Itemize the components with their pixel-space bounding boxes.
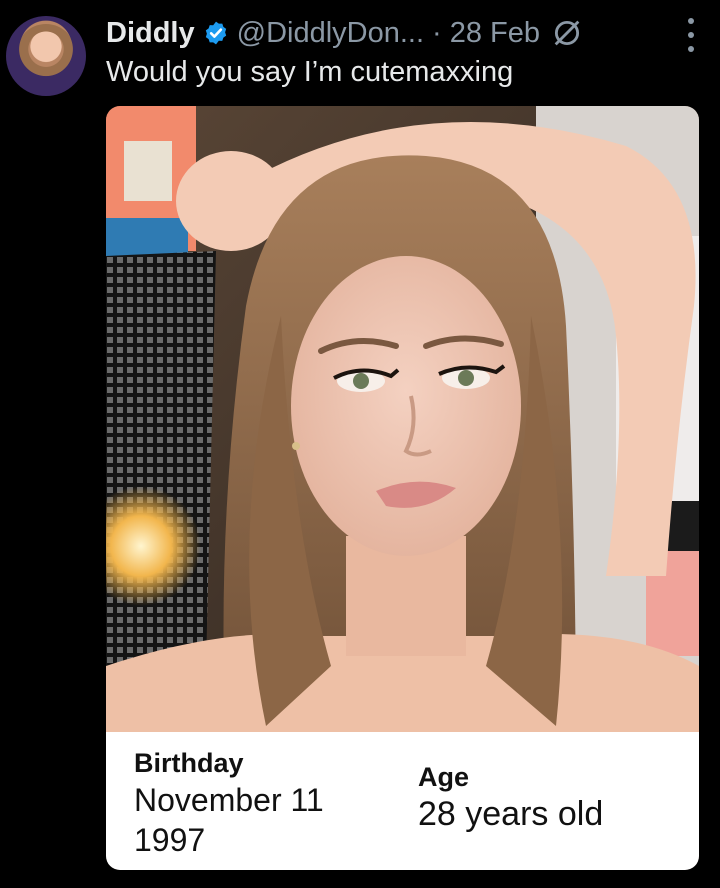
birthday-label: Birthday bbox=[134, 748, 244, 778]
info-card: Birthday November 11 1997 Age 28 years o… bbox=[106, 732, 699, 870]
post-header: Diddly @DiddlyDon... · 28 Feb bbox=[106, 16, 702, 50]
post-text: Would you say I’m cutemaxxing bbox=[106, 56, 514, 88]
display-name[interactable]: Diddly bbox=[106, 17, 195, 50]
post-media[interactable]: Birthday November 11 1997 Age 28 years o… bbox=[106, 106, 699, 870]
grok-icon[interactable] bbox=[550, 16, 584, 50]
avatar-portrait bbox=[16, 24, 76, 84]
selfie-photo bbox=[106, 106, 699, 732]
verified-badge-icon bbox=[205, 21, 226, 45]
age-label: Age bbox=[418, 762, 470, 792]
author-avatar[interactable] bbox=[6, 16, 86, 96]
more-options-icon[interactable] bbox=[686, 18, 696, 52]
post-date[interactable]: · 28 Feb bbox=[432, 17, 540, 50]
birthday-date: November 11 bbox=[134, 782, 324, 818]
age-value: 28 years old bbox=[418, 795, 604, 833]
user-handle[interactable]: @DiddlyDon... bbox=[237, 17, 424, 50]
birthday-year: 1997 bbox=[134, 822, 206, 858]
